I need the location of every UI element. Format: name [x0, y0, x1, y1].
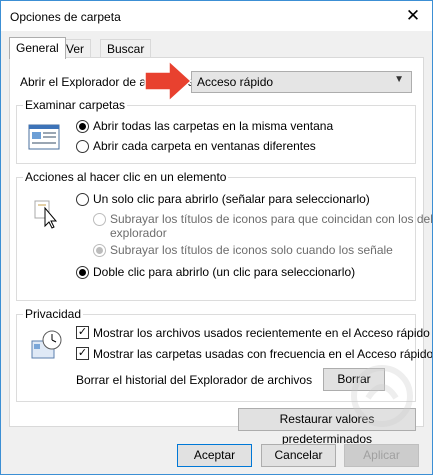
radio-single-click[interactable] — [76, 193, 89, 206]
radio-single-click-label[interactable]: Un solo clic para abrirlo (señalar para … — [93, 192, 370, 206]
radio-same-window[interactable] — [76, 120, 89, 133]
red-arrow-icon — [144, 59, 193, 103]
apply-button[interactable]: Aplicar — [344, 444, 419, 467]
radio-different-windows[interactable] — [76, 140, 89, 153]
checkbox-frequent-folders[interactable]: ✓ — [76, 347, 89, 360]
open-explorer-value: Acceso rápido — [197, 75, 274, 89]
click-actions-title: Acciones al hacer clic en un elemento — [23, 170, 229, 184]
cancel-button[interactable]: Cancelar — [261, 444, 336, 467]
radio-different-windows-label[interactable]: Abrir cada carpeta en ventanas diferente… — [93, 139, 316, 153]
radio-underline-hover-label: Subrayar los títulos de iconos solo cuan… — [110, 243, 393, 257]
watermark-logo — [351, 365, 413, 427]
privacy-title: Privacidad — [23, 307, 84, 321]
pointer-click-icon — [34, 200, 58, 229]
radio-underline-hover[interactable] — [93, 244, 106, 257]
general-tab-panel: Abrir el Explorador de archivos en: Acce… — [9, 57, 432, 446]
radio-double-click[interactable] — [76, 266, 89, 279]
radio-double-click-label[interactable]: Doble clic para abrirlo (un clic para se… — [93, 265, 355, 279]
radio-underline-consistent-label-line2: explorador — [110, 226, 167, 240]
tab-buscar[interactable]: Buscar — [100, 39, 152, 58]
dialog-client-area: General Ver Buscar Abrir el Explorador d… — [1, 31, 432, 474]
folder-options-window: Opciones de carpeta ✕ General Ver Buscar… — [0, 0, 433, 475]
checkbox-recent-files-label[interactable]: Mostrar los archivos usados recientement… — [93, 326, 430, 340]
checkbox-recent-files[interactable]: ✓ — [76, 326, 89, 339]
tab-general[interactable]: General — [9, 37, 66, 59]
accept-button[interactable]: Aceptar — [177, 444, 252, 467]
radio-underline-consistent[interactable] — [93, 213, 106, 226]
title-bar[interactable]: Opciones de carpeta ✕ — [1, 1, 432, 31]
browse-folders-title: Examinar carpetas — [23, 98, 128, 112]
radio-underline-consistent-label: Subrayar los títulos de iconos para que … — [110, 212, 433, 226]
window-layout-icon — [28, 124, 60, 150]
chevron-down-icon: ▼ — [394, 74, 404, 85]
clear-history-label: Borrar el historial del Explorador de ar… — [76, 373, 313, 387]
browse-folders-group: Examinar carpetas Abrir todas las carpet… — [16, 98, 416, 164]
radio-same-window-label[interactable]: Abrir todas las carpetas en la misma ven… — [93, 119, 333, 133]
open-explorer-dropdown[interactable]: Acceso rápido ▼ — [191, 71, 412, 93]
window-title: Opciones de carpeta — [10, 10, 121, 24]
close-icon[interactable]: ✕ — [400, 5, 426, 27]
click-actions-group: Acciones al hacer clic en un elemento Un… — [16, 170, 432, 301]
privacy-clock-icon — [31, 330, 62, 359]
